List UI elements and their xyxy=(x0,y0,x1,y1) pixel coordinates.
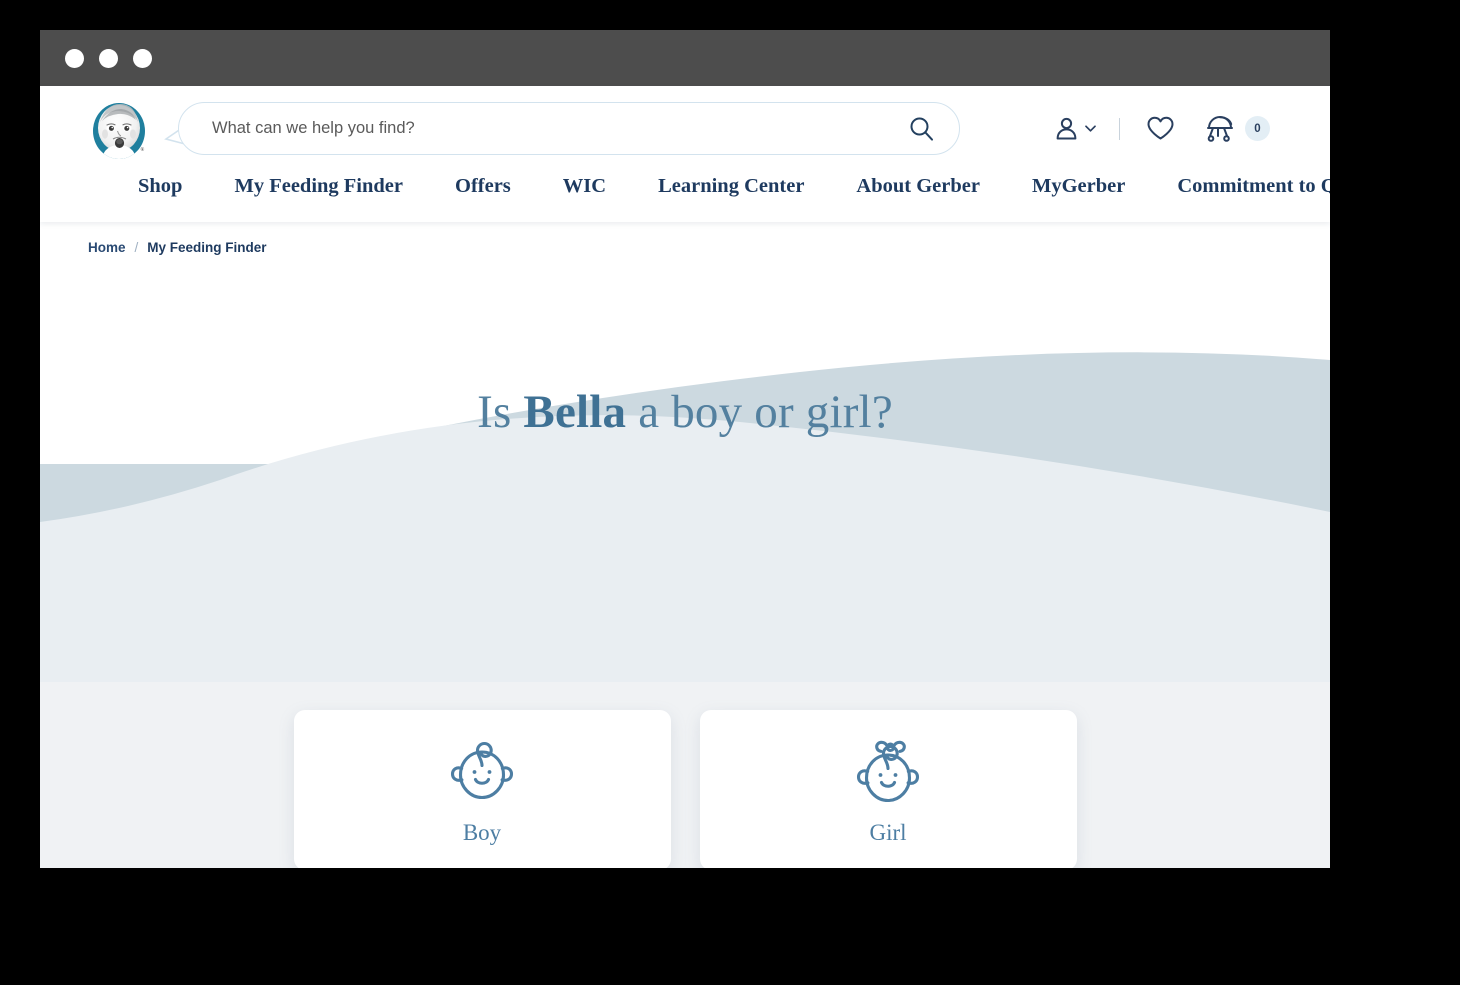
header-divider xyxy=(1119,117,1120,140)
nav-item-commitment-to-quality[interactable]: Commitment to Quality xyxy=(1177,171,1330,202)
search-bar xyxy=(164,102,960,155)
page-content: Home / My Feeding Finder Is Bella a boy … xyxy=(40,222,1330,868)
heart-icon xyxy=(1147,116,1174,140)
browser-title-bar xyxy=(40,30,1330,86)
gender-option-girl[interactable]: Girl xyxy=(699,710,1077,868)
search-bubble xyxy=(178,102,960,155)
gender-option-boy-label: Boy xyxy=(462,819,502,845)
headline-baby-name: Bella xyxy=(523,386,627,438)
nav-item-learning-center[interactable]: Learning Center xyxy=(658,171,804,202)
cart-count-badge: 0 xyxy=(1245,116,1270,141)
nav-item-my-feeding-finder[interactable]: My Feeding Finder xyxy=(234,171,403,202)
nav-item-wic[interactable]: WIC xyxy=(563,171,606,202)
search-icon xyxy=(910,117,933,141)
chevron-down-icon xyxy=(1085,125,1096,132)
baby-girl-face-icon xyxy=(849,735,927,816)
headline-prefix: Is xyxy=(477,386,512,438)
svg-text:®: ® xyxy=(141,147,145,153)
wishlist-button[interactable] xyxy=(1138,111,1183,146)
gerber-logo[interactable]: ® xyxy=(88,98,150,160)
nav-item-about-gerber[interactable]: About Gerber xyxy=(856,171,980,202)
window-close-dot[interactable] xyxy=(65,48,84,68)
gerber-logo-icon: ® xyxy=(93,102,145,159)
nav-item-offers[interactable]: Offers xyxy=(455,171,511,202)
main-navigation: Shop My Feeding Finder Offers WIC Learni… xyxy=(40,171,1330,222)
nav-item-shop[interactable]: Shop xyxy=(138,171,182,202)
site-header: ® What can we help you find? 0 Shop My F… xyxy=(40,86,1330,222)
wave-background-decoration xyxy=(40,352,1330,682)
breadcrumb-separator: / xyxy=(134,240,139,255)
window-minimize-dot[interactable] xyxy=(99,48,118,68)
nav-item-mygerber[interactable]: MyGerber xyxy=(1032,171,1125,202)
cart-button[interactable] xyxy=(1197,111,1243,147)
breadcrumb-home-link[interactable]: Home xyxy=(88,240,126,255)
cart-group[interactable]: 0 xyxy=(1183,111,1270,147)
user-icon xyxy=(1056,117,1077,140)
browser-window: ® What can we help you find? 0 Shop My F… xyxy=(40,30,1330,868)
account-button[interactable] xyxy=(1043,111,1107,146)
page-title: Is Bella a boy or girl? xyxy=(40,385,1330,439)
gender-option-boy[interactable]: Boy xyxy=(293,710,671,868)
gender-choice-group: Boy Girl xyxy=(40,710,1330,868)
stroller-icon xyxy=(1207,115,1233,142)
gender-option-girl-label: Girl xyxy=(869,819,907,845)
breadcrumb-current: My Feeding Finder xyxy=(147,240,267,255)
header-actions: 0 xyxy=(1043,111,1282,147)
window-maximize-dot[interactable] xyxy=(133,48,152,68)
breadcrumb: Home / My Feeding Finder xyxy=(88,240,267,255)
baby-boy-face-icon xyxy=(443,735,521,816)
header-top-row: ® What can we help you find? 0 xyxy=(40,86,1330,171)
headline-suffix: a boy or girl? xyxy=(638,386,893,438)
search-submit-button[interactable] xyxy=(908,115,935,142)
search-input[interactable] xyxy=(212,119,908,138)
